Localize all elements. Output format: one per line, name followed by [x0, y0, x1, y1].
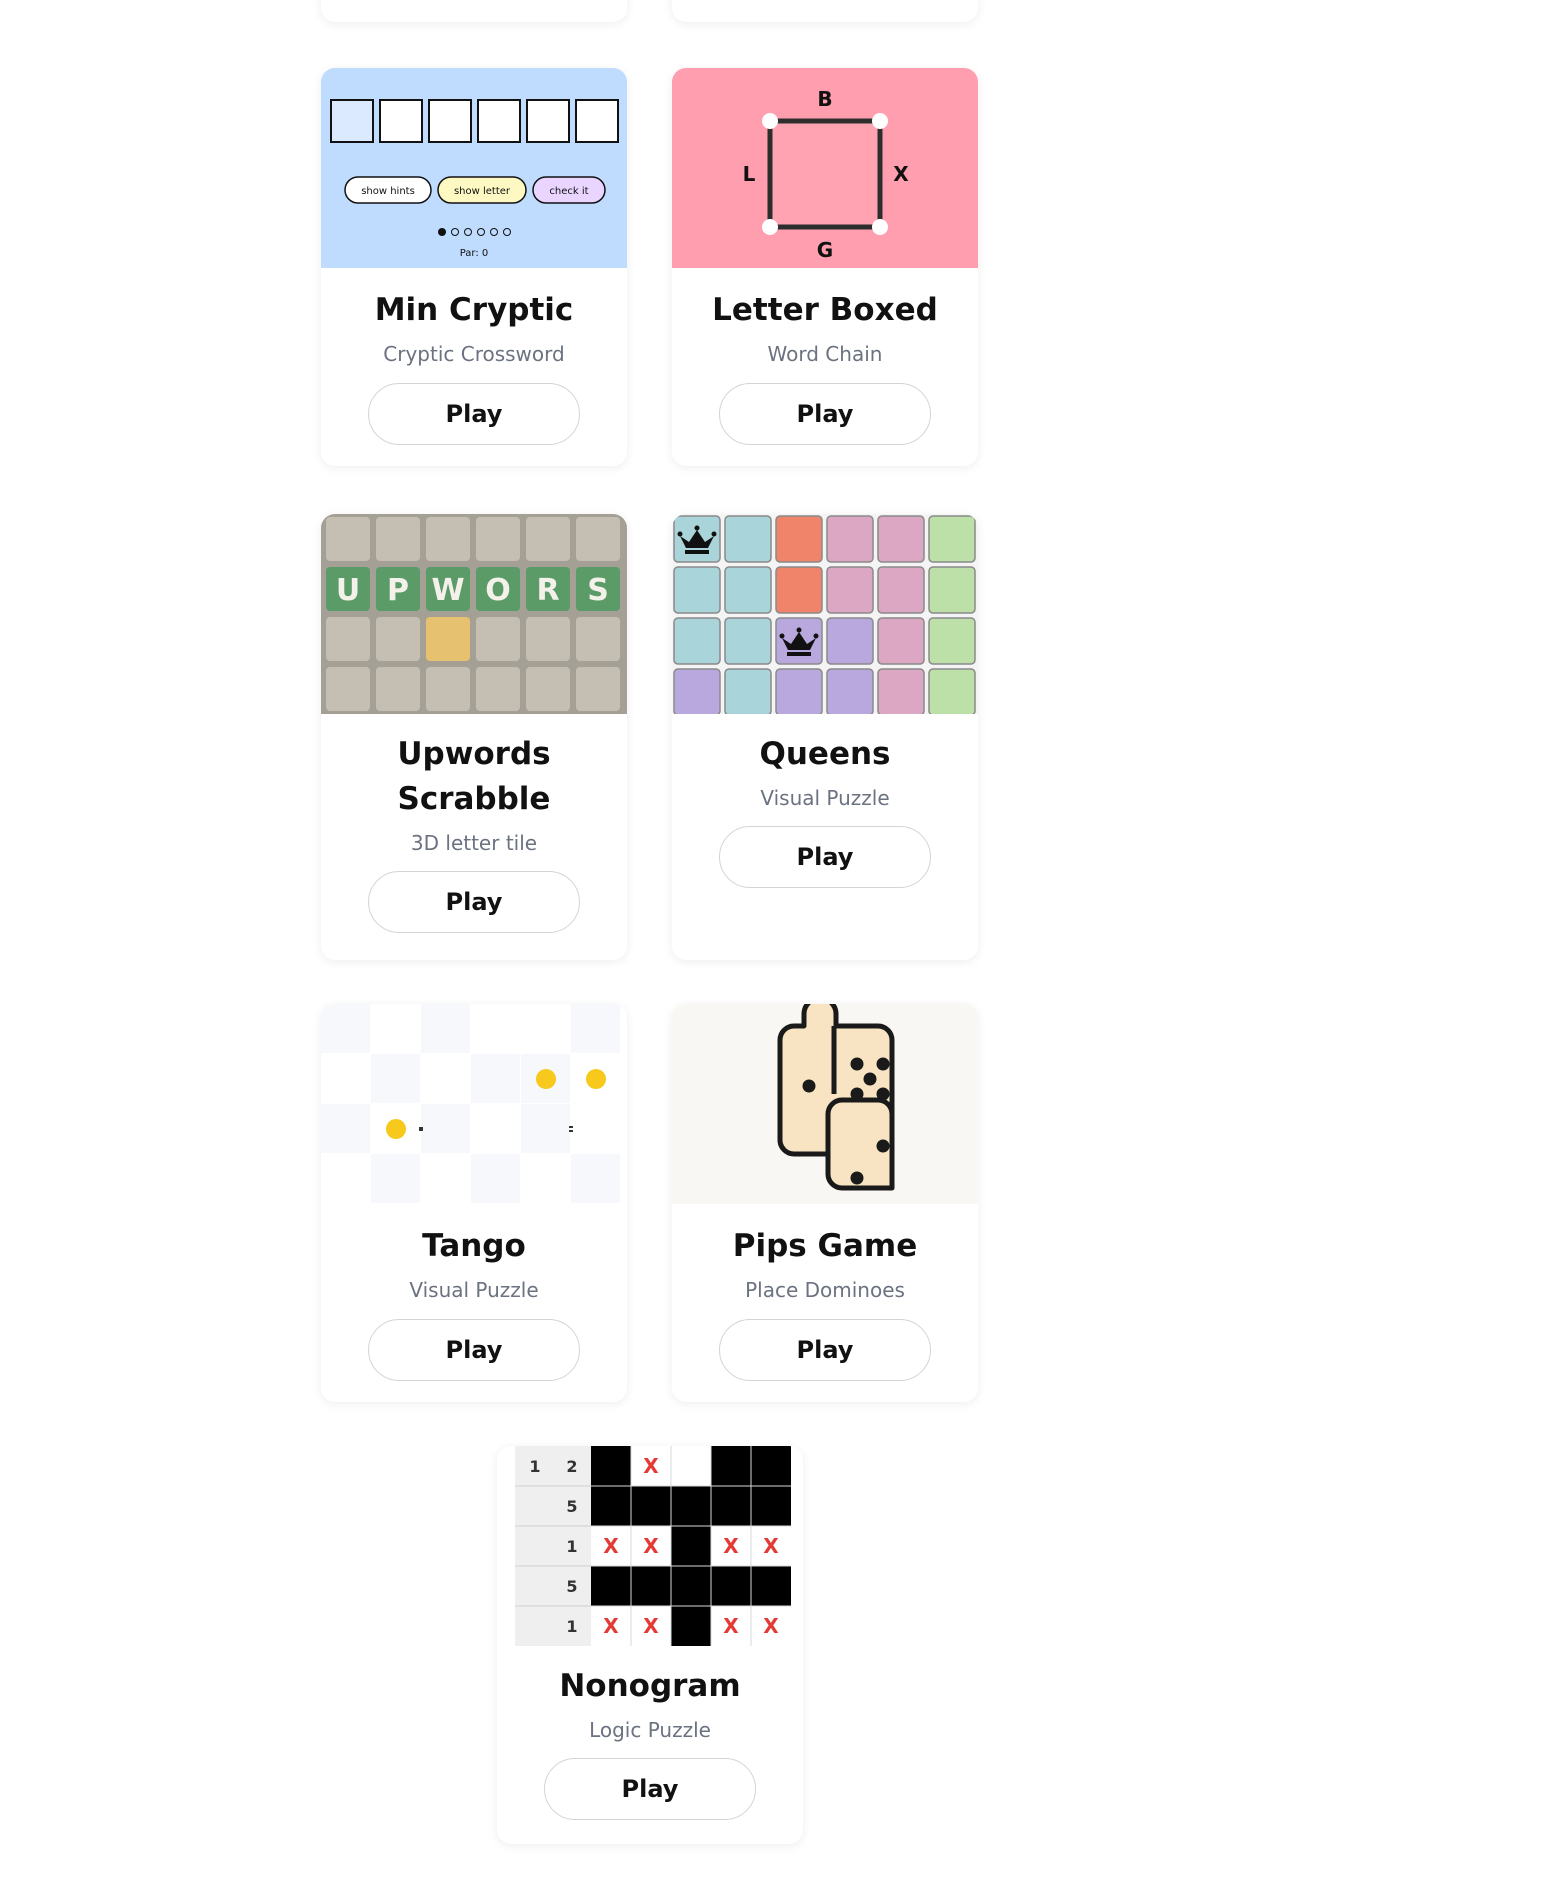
- game-title: Upwords Scrabble: [397, 736, 551, 817]
- row-clue: 5: [566, 1497, 577, 1516]
- game-card-partial-left: [321, 0, 627, 22]
- moon-icon: [339, 1171, 356, 1188]
- letter-boxed-thumbnail: B L X G: [672, 68, 978, 268]
- check-it-label: check it: [549, 186, 588, 197]
- par-label: Par: 0: [460, 248, 489, 259]
- play-button-nonogram[interactable]: Play: [544, 1758, 756, 1820]
- game-card-tango: Tango Visual Puzzle Play: [321, 1004, 627, 1402]
- game-subtitle: Logic Puzzle: [589, 1718, 711, 1742]
- nonogram-thumbnail: 1 2 5 1 5 1 X X X X X X X X X: [497, 1446, 803, 1646]
- game-card-pips: Pips Game Place Dominoes Play: [672, 1004, 978, 1402]
- sun-icon: [386, 1119, 406, 1139]
- queens-thumbnail: [672, 514, 978, 714]
- tile-letter: U: [336, 573, 360, 608]
- game-subtitle: 3D letter tile: [410, 831, 538, 855]
- letter-b: B: [817, 87, 832, 111]
- game-card-min-cryptic: show hints show letter check it Par: 0 M…: [321, 68, 627, 466]
- x-mark: X: [723, 1614, 739, 1638]
- play-button-min-cryptic[interactable]: Play: [368, 383, 580, 445]
- show-letter-label: show letter: [454, 186, 511, 197]
- x-mark: X: [603, 1534, 619, 1558]
- upwords-thumbnail: U P W O R S: [321, 514, 627, 714]
- x-mark: X: [723, 1534, 739, 1558]
- game-title: Letter Boxed: [712, 292, 938, 328]
- row-clue: 2: [566, 1457, 577, 1476]
- x-mark: X: [643, 1454, 659, 1478]
- pips-thumbnail: [672, 1004, 978, 1204]
- game-title: Nonogram: [559, 1668, 741, 1704]
- sun-icon: [536, 1069, 556, 1089]
- game-title: Tango: [422, 1228, 526, 1264]
- game-subtitle: Place Dominoes: [745, 1278, 905, 1302]
- x-mark: X: [763, 1614, 779, 1638]
- domino-icon: [777, 1004, 895, 1191]
- game-title: Min Cryptic: [374, 292, 574, 328]
- game-title: Pips Game: [732, 1228, 918, 1264]
- letter-l: L: [743, 162, 756, 186]
- moon-icon: [439, 1171, 456, 1188]
- play-button-queens[interactable]: Play: [719, 826, 931, 888]
- game-subtitle: Visual Puzzle: [409, 1278, 539, 1302]
- x-mark: X: [643, 1614, 659, 1638]
- play-button-tango[interactable]: Play: [368, 1319, 580, 1381]
- tile-letter: S: [587, 573, 609, 608]
- game-card-queens: Queens Visual Puzzle Play: [672, 514, 978, 960]
- play-button-letter-boxed[interactable]: Play: [719, 383, 931, 445]
- game-subtitle: Visual Puzzle: [760, 786, 890, 810]
- play-button-upwords[interactable]: Play: [368, 871, 580, 933]
- letter-g: G: [817, 238, 833, 262]
- x-mark: X: [643, 1534, 659, 1558]
- game-subtitle: Cryptic Crossword: [383, 342, 565, 366]
- x-mark: X: [603, 1614, 619, 1638]
- game-card-partial-right: [672, 0, 978, 22]
- row-clue: 1: [566, 1537, 577, 1556]
- tile-letter: R: [536, 573, 559, 608]
- tile-letter: O: [485, 573, 511, 608]
- tile-letter: W: [431, 573, 464, 608]
- row-clue: 5: [566, 1577, 577, 1596]
- show-hints-label: show hints: [361, 186, 415, 197]
- game-card-letter-boxed: B L X G Letter Boxed Word Chain Play: [672, 68, 978, 466]
- min-cryptic-thumbnail: show hints show letter check it Par: 0: [321, 68, 627, 268]
- game-card-nonogram: 1 2 5 1 5 1 X X X X X X X X X Nonogram L…: [497, 1446, 803, 1844]
- row-clue: 1: [529, 1457, 540, 1476]
- game-card-upwords-scrabble: U P W O R S Upwords Scrabble 3D letter t…: [321, 514, 627, 960]
- play-button-pips[interactable]: Play: [719, 1319, 931, 1381]
- tango-thumbnail: [321, 1004, 627, 1204]
- letter-x: X: [893, 162, 909, 186]
- row-clue: 1: [566, 1617, 577, 1636]
- x-mark: X: [763, 1534, 779, 1558]
- game-subtitle: Word Chain: [767, 342, 883, 366]
- sun-icon: [586, 1069, 606, 1089]
- game-title: Queens: [759, 736, 891, 772]
- tile-letter: P: [387, 573, 409, 608]
